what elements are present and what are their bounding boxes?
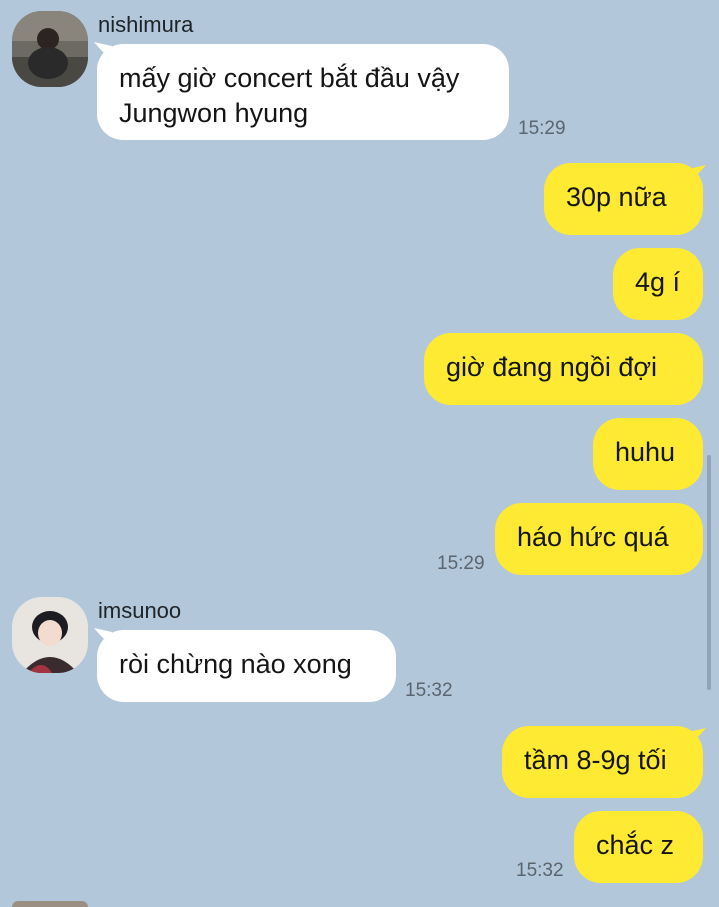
message-bubble[interactable]: 4g í bbox=[613, 248, 703, 320]
message-bubble[interactable]: giờ đang ngồi đợi bbox=[424, 333, 703, 405]
avatar-partial bbox=[12, 901, 88, 907]
message-time: 15:29 bbox=[518, 118, 566, 139]
message-bubble[interactable]: chắc z bbox=[574, 811, 703, 883]
sender-name: nishimura bbox=[98, 12, 194, 37]
message-bubble[interactable]: háo hức quá bbox=[495, 503, 703, 575]
message-bubble[interactable]: huhu bbox=[593, 418, 703, 490]
message-bubble[interactable]: mấy giờ concert bắt đầu vậy Jungwon hyun… bbox=[97, 44, 509, 140]
message-time: 15:32 bbox=[405, 680, 453, 701]
message-bubble[interactable]: 30p nữa bbox=[544, 163, 703, 235]
scrollbar[interactable] bbox=[707, 455, 711, 690]
avatar-nishimura[interactable] bbox=[12, 11, 88, 87]
message-bubble[interactable]: tầm 8-9g tối bbox=[502, 726, 703, 798]
avatar-imsunoo[interactable] bbox=[12, 597, 88, 673]
sender-name: imsunoo bbox=[98, 598, 182, 623]
message-time: 15:32 bbox=[516, 860, 564, 881]
message-time: 15:29 bbox=[437, 553, 485, 574]
message-bubble[interactable]: ròi chừng nào xong bbox=[97, 630, 396, 702]
